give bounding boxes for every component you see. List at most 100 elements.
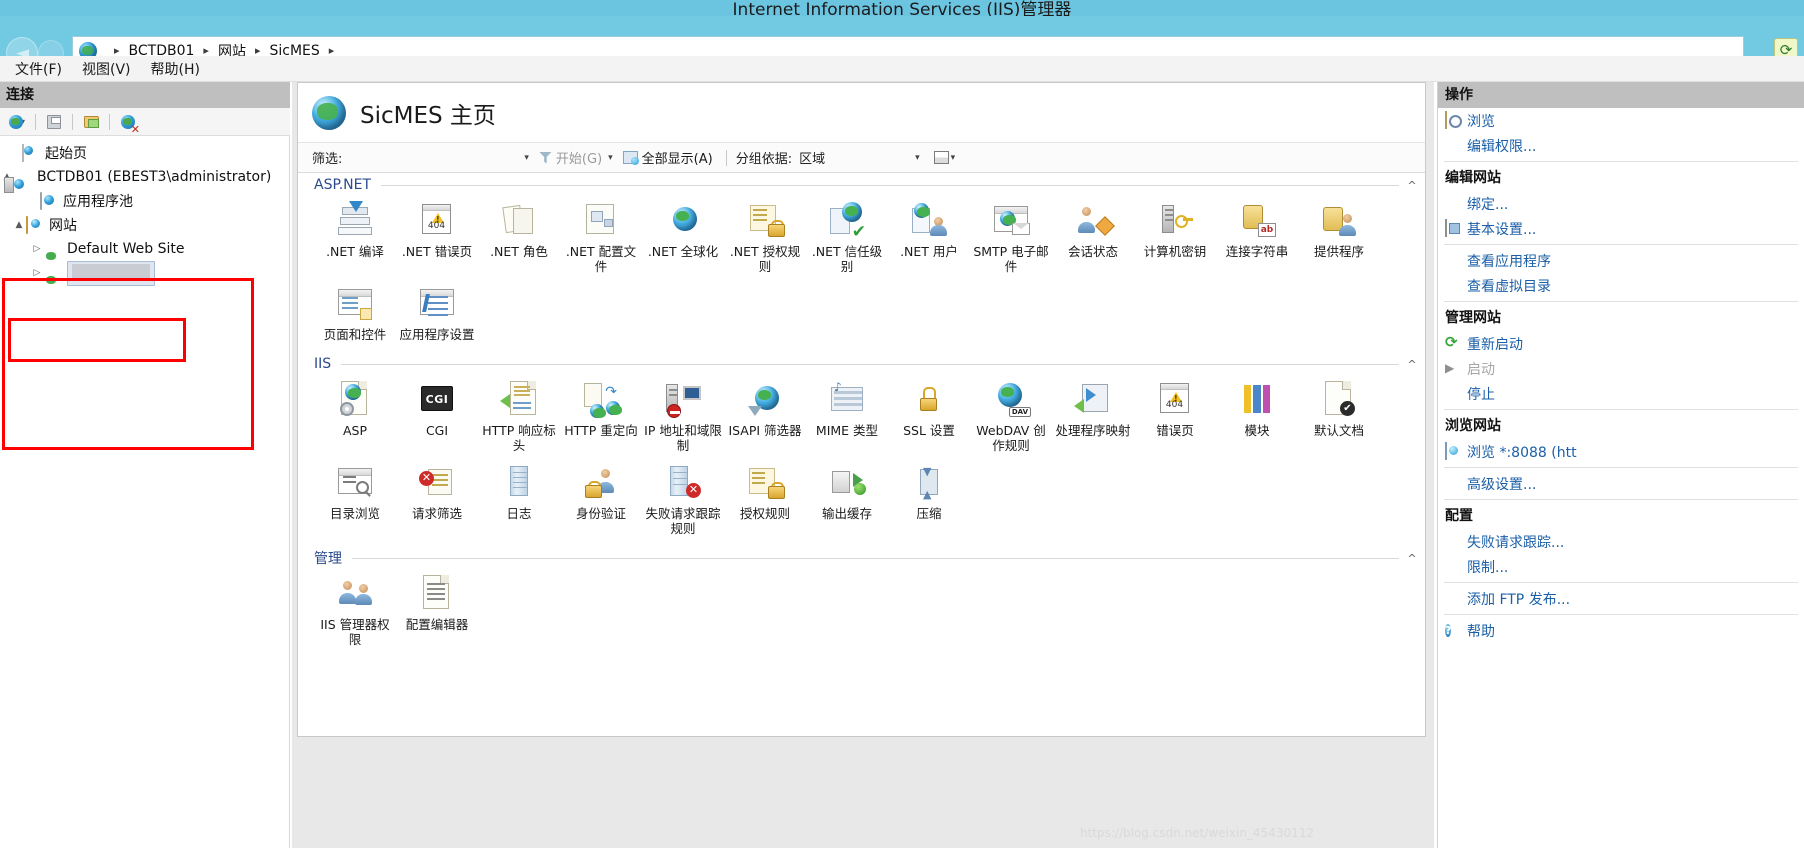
menu-file[interactable]: 文件(F) bbox=[5, 57, 72, 81]
compression-icon: ▼ ▲ bbox=[908, 461, 950, 503]
connections-header: 连接 bbox=[0, 82, 290, 108]
action-edit-permissions[interactable]: 编辑权限... bbox=[1438, 133, 1804, 158]
tree-item-start-page[interactable]: 起始页 bbox=[0, 141, 290, 165]
feature-configuration-editor[interactable]: 配置编辑器 bbox=[396, 572, 478, 647]
filter-dropdown-caret[interactable]: ▾ bbox=[524, 153, 529, 163]
group-collapse-iis[interactable]: ^ bbox=[1399, 358, 1425, 371]
menu-help[interactable]: 帮助(H) bbox=[141, 57, 210, 81]
action-restart[interactable]: ⟳ 重新启动 bbox=[1438, 331, 1804, 356]
tree-item-server[interactable]: ▲ BCTDB01 (EBEST3\administrator) bbox=[0, 165, 290, 189]
action-label: 添加 FTP 发布... bbox=[1467, 591, 1571, 608]
tree-item-sites[interactable]: ▲ 网站 bbox=[0, 213, 290, 237]
feature-authentication[interactable]: 身份验证 bbox=[560, 461, 642, 536]
tree-label-default-web-site: Default Web Site bbox=[67, 241, 185, 257]
feature-asp[interactable]: ASP bbox=[314, 378, 396, 453]
tree-item-app-pools[interactable]: 应用程序池 bbox=[0, 189, 290, 213]
feature-session-state[interactable]: 会话状态 bbox=[1052, 199, 1134, 274]
action-stop[interactable]: 停止 bbox=[1438, 381, 1804, 406]
feature-modules[interactable]: 模块 bbox=[1216, 378, 1298, 453]
ssl-settings-icon bbox=[908, 378, 950, 420]
feature-failed-request-tracing-rules[interactable]: ✕ 失败请求跟踪规则 bbox=[642, 461, 724, 536]
connect-to-icon[interactable]: ▾ bbox=[6, 112, 28, 132]
feature-net-compile[interactable]: .NET 编译 bbox=[314, 199, 396, 274]
action-browse[interactable]: 浏览 bbox=[1438, 108, 1804, 133]
filter-input[interactable] bbox=[350, 147, 523, 168]
action-basic-settings[interactable]: 基本设置... bbox=[1438, 216, 1804, 241]
menu-view[interactable]: 视图(V) bbox=[72, 57, 141, 81]
feature-label: ASP bbox=[342, 423, 368, 438]
action-bindings[interactable]: 绑定... bbox=[1438, 191, 1804, 216]
feature-ssl-settings[interactable]: SSL 设置 bbox=[888, 378, 970, 453]
feature-label: 错误页 bbox=[1156, 423, 1194, 438]
feature-net-error-pages[interactable]: 404 .NET 错误页 bbox=[396, 199, 478, 274]
group-by-caret[interactable]: ▾ bbox=[915, 153, 920, 163]
feature-connection-strings[interactable]: ab 连接字符串 bbox=[1216, 199, 1298, 274]
group-name-iis: IIS bbox=[314, 356, 332, 372]
feature-machine-key[interactable]: 计算机密钥 bbox=[1134, 199, 1216, 274]
feature-mime-types[interactable]: ♪ MIME 类型 bbox=[806, 378, 888, 453]
action-view-applications[interactable]: 查看应用程序 bbox=[1438, 248, 1804, 273]
tree-arrow-sites[interactable]: ▲ bbox=[12, 220, 26, 230]
feature-label: 身份验证 bbox=[575, 506, 626, 521]
feature-label: 会话状态 bbox=[1067, 244, 1118, 259]
feature-http-response-headers[interactable]: HTTP 响应标头 bbox=[478, 378, 560, 453]
feature-directory-browsing[interactable]: 目录浏览 bbox=[314, 461, 396, 536]
action-help[interactable]: ? 帮助 bbox=[1438, 618, 1804, 643]
save-icon[interactable] bbox=[43, 112, 65, 132]
feature-label: .NET 编译 bbox=[326, 244, 384, 259]
tree-arrow-default-web-site[interactable]: ▷ bbox=[30, 244, 44, 254]
feature-ip-address-domain-restrictions[interactable]: IP 地址和域限制 bbox=[642, 378, 724, 453]
feature-http-redirect[interactable]: ↷ HTTP 重定向 bbox=[560, 378, 642, 453]
view-mode-caret[interactable]: ▾ bbox=[951, 153, 956, 163]
group-name-management: 管理 bbox=[314, 551, 342, 567]
feature-net-trust-levels[interactable]: ✔ .NET 信任级别 bbox=[806, 199, 888, 274]
feature-error-pages[interactable]: 404 错误页 bbox=[1134, 378, 1216, 453]
view-mode-button[interactable]: ▾ bbox=[933, 151, 966, 164]
feature-compression[interactable]: ▼ ▲ 压缩 bbox=[888, 461, 970, 536]
action-start[interactable]: ▶ 启动 bbox=[1438, 356, 1804, 381]
connections-toolbar: ▾ ✕ bbox=[0, 108, 290, 136]
actions-separator bbox=[1444, 301, 1798, 302]
action-failed-request-tracing[interactable]: 失败请求跟踪... bbox=[1438, 529, 1804, 554]
feature-handler-mappings[interactable]: 处理程序映射 bbox=[1052, 378, 1134, 453]
directory-browsing-icon bbox=[334, 461, 376, 503]
feature-request-filtering[interactable]: ✕ 请求筛选 bbox=[396, 461, 478, 536]
action-browse-8088[interactable]: 浏览 *:8088 (htt bbox=[1438, 439, 1804, 464]
feature-logging[interactable]: 日志 bbox=[478, 461, 560, 536]
feature-pages-and-controls[interactable]: 页面和控件 bbox=[314, 282, 396, 342]
feature-net-authorization-rules[interactable]: .NET 授权规则 bbox=[724, 199, 806, 274]
feature-webdav-authoring-rules[interactable]: DAV WebDAV 创作规则 bbox=[970, 378, 1052, 453]
feature-isapi-filters[interactable]: ISAPI 筛选器 bbox=[724, 378, 806, 453]
tree-item-default-web-site[interactable]: ▷ Default Web Site bbox=[0, 237, 290, 261]
go-button[interactable]: 开始(G) bbox=[538, 148, 602, 167]
feature-net-roles[interactable]: .NET 角色 bbox=[478, 199, 560, 274]
action-view-virtual-directories[interactable]: 查看虚拟目录 bbox=[1438, 273, 1804, 298]
connect-site-icon[interactable] bbox=[80, 112, 102, 132]
action-limits[interactable]: 限制... bbox=[1438, 554, 1804, 579]
go-dropdown-caret[interactable]: ▾ bbox=[608, 153, 613, 163]
feature-net-profile[interactable]: .NET 配置文件 bbox=[560, 199, 642, 274]
feature-providers[interactable]: 提供程序 bbox=[1298, 199, 1380, 274]
show-all-button[interactable]: 全部显示(A) bbox=[622, 148, 713, 167]
feature-net-globalization[interactable]: .NET 全球化 bbox=[642, 199, 724, 274]
tree-item-sicmes[interactable]: ▷ bbox=[0, 260, 290, 286]
feature-authorization-rules[interactable]: 授权规则 bbox=[724, 461, 806, 536]
action-add-ftp-publishing[interactable]: 添加 FTP 发布... bbox=[1438, 586, 1804, 611]
feature-iis-manager-permissions[interactable]: IIS 管理器权限 bbox=[314, 572, 396, 647]
group-by-value[interactable]: 区域 bbox=[799, 148, 825, 167]
group-collapse-management[interactable]: ^ bbox=[1399, 552, 1425, 565]
feature-application-settings[interactable]: 应用程序设置 bbox=[396, 282, 478, 342]
tree-arrow-sicmes[interactable]: ▷ bbox=[30, 268, 44, 278]
disconnect-icon[interactable]: ✕ bbox=[117, 112, 140, 135]
net-profile-icon bbox=[580, 199, 622, 241]
feature-label: 输出缓存 bbox=[821, 506, 872, 521]
feature-net-users[interactable]: .NET 用户 bbox=[888, 199, 970, 274]
webdav-authoring-rules-icon: DAV bbox=[990, 378, 1032, 420]
feature-default-document[interactable]: ✔ 默认文档 bbox=[1298, 378, 1380, 453]
feature-smtp-email[interactable]: SMTP 电子邮件 bbox=[970, 199, 1052, 274]
group-collapse-aspnet[interactable]: ^ bbox=[1399, 179, 1425, 192]
feature-output-caching[interactable]: 输出缓存 bbox=[806, 461, 888, 536]
feature-cgi[interactable]: CGI CGI bbox=[396, 378, 478, 453]
action-advanced-settings[interactable]: 高级设置... bbox=[1438, 471, 1804, 496]
feature-label: CGI bbox=[425, 423, 449, 438]
